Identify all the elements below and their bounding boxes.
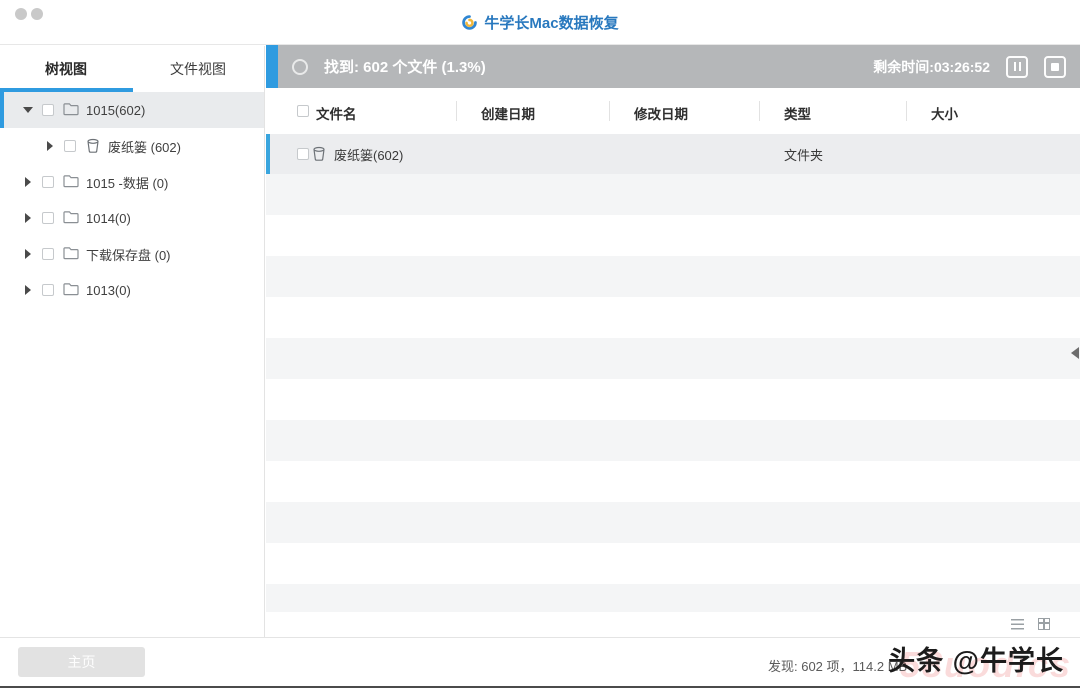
folder-icon bbox=[63, 174, 79, 190]
tree-item-label: 1014(0) bbox=[86, 211, 131, 226]
table-row-trash[interactable]: 废纸篓(602) 文件夹 bbox=[266, 134, 1080, 174]
tree-item-label: 下载保存盘 (0) bbox=[86, 245, 171, 264]
empty-row bbox=[266, 297, 1080, 338]
expand-arrow-icon[interactable] bbox=[22, 177, 36, 187]
stop-button[interactable] bbox=[1044, 56, 1066, 78]
expand-arrow-icon[interactable] bbox=[22, 213, 36, 223]
stop-icon bbox=[1051, 63, 1059, 71]
checkbox[interactable] bbox=[42, 248, 54, 260]
list-view-icon[interactable] bbox=[1011, 619, 1024, 630]
tree-item-label: 1013(0) bbox=[86, 283, 131, 298]
remaining-time-text: 剩余时间:03:26:52 bbox=[873, 57, 990, 77]
app-title-text: 牛学长Mac数据恢复 bbox=[484, 12, 618, 33]
table-body: 废纸篓(602) 文件夹 bbox=[266, 134, 1080, 612]
tree-item-label: 1015(602) bbox=[86, 103, 145, 118]
checkbox[interactable] bbox=[42, 104, 54, 116]
empty-row bbox=[266, 338, 1080, 379]
app-title: 牛学长Mac数据恢复 bbox=[0, 0, 1080, 45]
sidebar-tabs: 树视图 文件视图 bbox=[0, 46, 264, 92]
column-header-created[interactable]: 创建日期 bbox=[481, 103, 535, 123]
tab-tree-view[interactable]: 树视图 bbox=[0, 46, 132, 92]
column-header-type[interactable]: 类型 bbox=[784, 103, 811, 123]
empty-row bbox=[266, 543, 1080, 584]
tree-view: 1015(602) 废纸篓 (602) 1015 -数据 (0) bbox=[0, 92, 264, 308]
checkbox[interactable] bbox=[42, 284, 54, 296]
folder-icon bbox=[63, 282, 79, 298]
watermark-text: 头条 @牛学长 bbox=[888, 639, 1064, 678]
checkbox[interactable] bbox=[42, 212, 54, 224]
trash-icon bbox=[311, 146, 327, 162]
tree-item-1014[interactable]: 1014(0) bbox=[0, 200, 264, 236]
tree-item-label: 废纸篓 (602) bbox=[108, 137, 181, 156]
header-accent-bar bbox=[266, 45, 278, 88]
progress-spinner-icon bbox=[292, 59, 308, 75]
folder-icon bbox=[63, 246, 79, 262]
scan-progress-header: 找到: 602 个文件 (1.3%) 剩余时间:03:26:52 bbox=[266, 45, 1080, 88]
row-checkbox[interactable] bbox=[297, 148, 309, 160]
column-divider bbox=[759, 101, 760, 121]
column-header-modified[interactable]: 修改日期 bbox=[634, 103, 688, 123]
column-header-name[interactable]: 文件名 bbox=[316, 103, 357, 123]
panel-collapse-arrow-icon[interactable] bbox=[1071, 347, 1079, 359]
pause-icon bbox=[1014, 62, 1016, 71]
tab-file-view[interactable]: 文件视图 bbox=[132, 46, 264, 92]
empty-row bbox=[266, 584, 1080, 612]
sidebar: 树视图 文件视图 1015(602) 废纸篓 (602) bbox=[0, 46, 265, 637]
checkbox[interactable] bbox=[42, 176, 54, 188]
tree-item-1015-data[interactable]: 1015 -数据 (0) bbox=[0, 164, 264, 200]
titlebar: 牛学长Mac数据恢复 bbox=[0, 0, 1080, 45]
column-header-size[interactable]: 大小 bbox=[931, 103, 958, 123]
collapse-arrow-icon[interactable] bbox=[22, 105, 36, 115]
home-button[interactable]: 主页 bbox=[18, 647, 145, 677]
footer-bar: 主页 发现: 602 项，114.2 MB 58uodics 头条 @牛学长 bbox=[0, 637, 1080, 686]
folder-icon bbox=[63, 102, 79, 118]
trash-icon bbox=[85, 138, 101, 154]
expand-arrow-icon[interactable] bbox=[22, 285, 36, 295]
empty-row bbox=[266, 174, 1080, 215]
expand-arrow-icon[interactable] bbox=[22, 249, 36, 259]
select-all-checkbox[interactable] bbox=[297, 105, 309, 117]
tree-item-1015[interactable]: 1015(602) bbox=[0, 92, 264, 128]
column-divider bbox=[456, 101, 457, 121]
grid-view-icon[interactable] bbox=[1038, 618, 1050, 630]
app-logo-icon bbox=[461, 14, 478, 31]
found-count-text: 找到: 602 个文件 (1.3%) bbox=[324, 56, 486, 77]
app-window: 牛学长Mac数据恢复 树视图 文件视图 1015(602) bbox=[0, 0, 1080, 688]
empty-row bbox=[266, 502, 1080, 543]
empty-row bbox=[266, 215, 1080, 256]
tree-item-trash[interactable]: 废纸篓 (602) bbox=[0, 128, 264, 164]
empty-row bbox=[266, 379, 1080, 420]
folder-icon bbox=[63, 210, 79, 226]
checkbox[interactable] bbox=[64, 140, 76, 152]
main-panel: 找到: 602 个文件 (1.3%) 剩余时间:03:26:52 文件名 创建日… bbox=[266, 45, 1080, 637]
empty-row bbox=[266, 461, 1080, 502]
expand-arrow-icon[interactable] bbox=[44, 141, 58, 151]
empty-row bbox=[266, 420, 1080, 461]
table-header: 文件名 创建日期 修改日期 类型 大小 bbox=[266, 88, 1080, 134]
tree-item-download-disk[interactable]: 下载保存盘 (0) bbox=[0, 236, 264, 272]
tree-item-1013[interactable]: 1013(0) bbox=[0, 272, 264, 308]
empty-row bbox=[266, 256, 1080, 297]
column-divider bbox=[609, 101, 610, 121]
tree-item-label: 1015 -数据 (0) bbox=[86, 173, 168, 192]
view-toggle-strip bbox=[266, 612, 1080, 637]
pause-button[interactable] bbox=[1006, 56, 1028, 78]
column-divider bbox=[906, 101, 907, 121]
row-file-name: 废纸篓(602) bbox=[334, 145, 403, 164]
row-file-type: 文件夹 bbox=[784, 145, 823, 164]
discovery-status-text: 发现: 602 项，114.2 MB bbox=[768, 656, 907, 675]
